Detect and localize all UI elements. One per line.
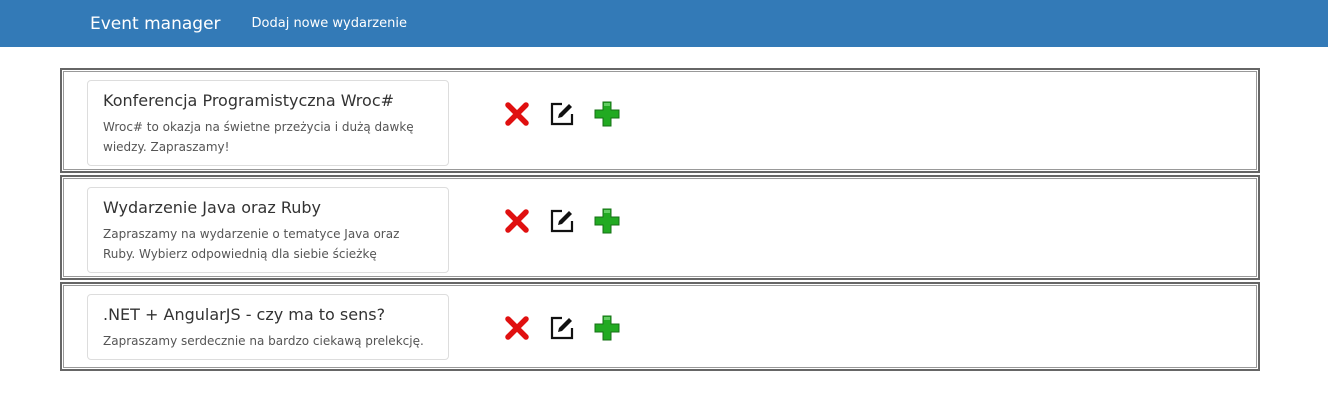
- x-icon: [505, 316, 529, 340]
- event-actions: [503, 100, 638, 128]
- delete-button[interactable]: [503, 100, 531, 128]
- delete-button[interactable]: [503, 314, 531, 342]
- event-title: Konferencja Programistyczna Wroc#: [103, 91, 395, 110]
- event-row: .NET + AngularJS - czy ma to sens? Zapra…: [60, 282, 1260, 371]
- event-title: Wydarzenie Java oraz Ruby: [103, 198, 322, 217]
- edit-icon: [550, 102, 574, 126]
- event-description: Zapraszamy serdecznie na bardzo ciekawą …: [103, 334, 424, 348]
- delete-button[interactable]: [503, 207, 531, 235]
- edit-icon: [550, 316, 574, 340]
- edit-button[interactable]: [548, 100, 576, 128]
- edit-button[interactable]: [548, 314, 576, 342]
- event-description: Zapraszamy na wydarzenie o tematyce Java…: [103, 227, 400, 261]
- add-event-link[interactable]: Dodaj nowe wydarzenie: [252, 16, 407, 31]
- navbar: Event manager Dodaj nowe wydarzenie: [0, 0, 1328, 47]
- add-button[interactable]: [593, 314, 621, 342]
- event-row: Wydarzenie Java oraz Ruby Zapraszamy na …: [60, 175, 1260, 280]
- x-icon: [505, 209, 529, 233]
- event-card: .NET + AngularJS - czy ma to sens? Zapra…: [87, 294, 449, 360]
- events-list: Konferencja Programistyczna Wroc# Wroc# …: [60, 68, 1260, 373]
- add-button[interactable]: [593, 207, 621, 235]
- plus-icon: [594, 208, 620, 234]
- x-icon: [505, 102, 529, 126]
- event-card: Konferencja Programistyczna Wroc# Wroc# …: [87, 80, 449, 166]
- edit-icon: [550, 209, 574, 233]
- event-description: Wroc# to okazja na świetne przeżycia i d…: [103, 120, 414, 154]
- add-button[interactable]: [593, 100, 621, 128]
- edit-button[interactable]: [548, 207, 576, 235]
- event-title: .NET + AngularJS - czy ma to sens?: [103, 305, 386, 324]
- event-actions: [503, 207, 638, 235]
- event-card: Wydarzenie Java oraz Ruby Zapraszamy na …: [87, 187, 449, 273]
- event-row: Konferencja Programistyczna Wroc# Wroc# …: [60, 68, 1260, 173]
- plus-icon: [594, 315, 620, 341]
- brand-link[interactable]: Event manager: [90, 14, 221, 34]
- plus-icon: [594, 101, 620, 127]
- event-actions: [503, 314, 638, 342]
